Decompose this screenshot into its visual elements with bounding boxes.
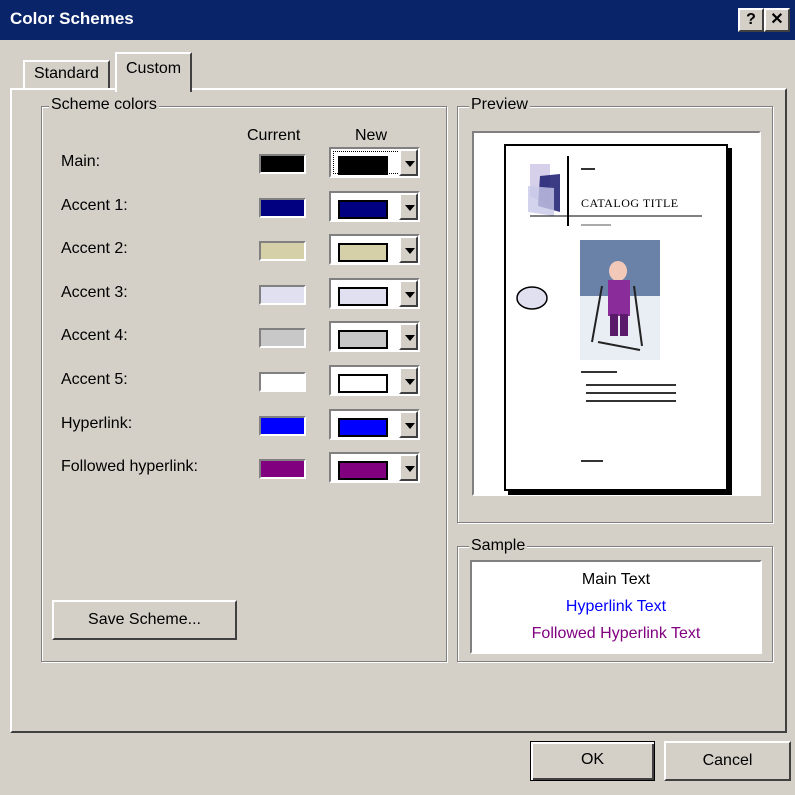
tab-custom-label: Custom bbox=[126, 60, 182, 77]
new-color-chip bbox=[338, 156, 388, 175]
new-column-header: New bbox=[355, 127, 388, 144]
chevron-down-icon[interactable] bbox=[399, 193, 418, 220]
ok-label: OK bbox=[580, 751, 605, 768]
chevron-down-icon[interactable] bbox=[399, 236, 418, 263]
tab-custom[interactable]: Custom bbox=[115, 52, 193, 92]
preview-page: CATALOG TITLE bbox=[504, 144, 728, 491]
tab-standard[interactable]: Standard bbox=[23, 60, 110, 88]
current-color-swatch bbox=[259, 241, 306, 261]
new-color-chip bbox=[338, 418, 388, 437]
new-color-dropdown[interactable] bbox=[329, 191, 420, 222]
window-title: Color Schemes bbox=[10, 9, 134, 28]
scheme-row-label: Followed hyperlink: bbox=[61, 458, 198, 475]
current-color-swatch bbox=[259, 372, 306, 392]
help-icon: ? bbox=[746, 11, 756, 28]
new-color-dropdown[interactable] bbox=[329, 452, 420, 483]
current-color-swatch bbox=[259, 285, 306, 305]
chevron-down-icon[interactable] bbox=[399, 280, 418, 307]
catalog-title: CATALOG TITLE bbox=[581, 196, 679, 210]
new-color-dropdown[interactable] bbox=[329, 409, 420, 440]
current-color-swatch bbox=[259, 416, 306, 436]
sample-hyperlink-text: Hyperlink Text bbox=[565, 598, 667, 615]
current-color-swatch bbox=[259, 154, 306, 174]
cancel-label: Cancel bbox=[702, 752, 753, 769]
new-color-dropdown[interactable] bbox=[329, 321, 420, 352]
new-color-dropdown[interactable] bbox=[329, 234, 420, 265]
new-color-dropdown[interactable] bbox=[329, 278, 420, 309]
new-color-dropdown[interactable] bbox=[329, 365, 420, 396]
chevron-down-icon[interactable] bbox=[399, 454, 418, 481]
scheme-colors-legend: Scheme colors bbox=[49, 96, 159, 114]
help-button[interactable]: ? bbox=[738, 8, 764, 32]
sample-legend: Sample bbox=[469, 537, 528, 555]
current-color-swatch bbox=[259, 328, 306, 348]
page-text-line bbox=[581, 224, 611, 226]
scheme-row-label: Accent 3: bbox=[61, 284, 128, 301]
scheme-row-label: Accent 4: bbox=[61, 327, 128, 344]
close-icon: ✕ bbox=[770, 11, 784, 28]
preview-legend: Preview bbox=[469, 96, 530, 114]
cancel-button[interactable]: Cancel bbox=[664, 741, 791, 781]
tab-standard-label: Standard bbox=[34, 65, 99, 82]
scheme-row-label: Hyperlink: bbox=[61, 415, 133, 432]
current-color-swatch bbox=[259, 459, 306, 479]
current-column-header: Current bbox=[247, 127, 301, 144]
page-text-line bbox=[586, 384, 676, 386]
chevron-down-icon[interactable] bbox=[399, 411, 418, 438]
page-text-line bbox=[581, 168, 595, 170]
current-color-swatch bbox=[259, 198, 306, 218]
new-color-dropdown[interactable] bbox=[329, 147, 420, 178]
new-color-chip bbox=[338, 287, 388, 306]
page-text-line bbox=[586, 392, 676, 394]
close-button[interactable]: ✕ bbox=[764, 8, 790, 32]
sample-pane: Main Text Hyperlink Text Followed Hyperl… bbox=[470, 560, 762, 654]
new-color-chip bbox=[338, 330, 388, 349]
new-color-chip bbox=[338, 461, 388, 480]
chevron-down-icon[interactable] bbox=[399, 323, 418, 350]
new-color-chip bbox=[338, 243, 388, 262]
new-color-chip bbox=[338, 374, 388, 393]
page-text-line bbox=[586, 400, 676, 402]
scheme-row-label: Accent 1: bbox=[61, 197, 128, 214]
preview-pane: CATALOG TITLE bbox=[472, 131, 761, 496]
new-color-chip bbox=[338, 200, 388, 219]
save-scheme-button[interactable]: Save Scheme... bbox=[52, 600, 237, 640]
scheme-row-label: Accent 5: bbox=[61, 371, 128, 388]
sample-main-text: Main Text bbox=[581, 571, 651, 588]
title-bar: Color Schemes ? ✕ bbox=[0, 0, 795, 40]
page-text-line bbox=[581, 460, 603, 462]
save-scheme-label: Save Scheme... bbox=[88, 611, 201, 628]
scheme-row-label: Accent 2: bbox=[61, 240, 128, 257]
page-text-line bbox=[581, 371, 617, 373]
scheme-row-label: Main: bbox=[61, 153, 101, 170]
sample-followed-text: Followed Hyperlink Text bbox=[531, 625, 701, 642]
ok-button[interactable]: OK bbox=[530, 741, 655, 781]
chevron-down-icon[interactable] bbox=[399, 149, 418, 176]
chevron-down-icon[interactable] bbox=[399, 367, 418, 394]
